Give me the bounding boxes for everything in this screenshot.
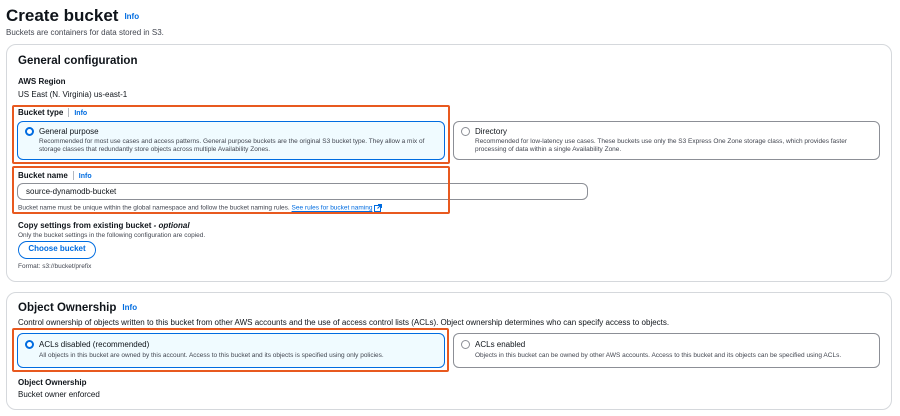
object-ownership-label: Object Ownership <box>18 378 87 387</box>
aws-region-label: AWS Region <box>18 77 66 86</box>
copy-settings-label-text: Copy settings from existing bucket <box>18 221 152 230</box>
directory-radio[interactable] <box>461 127 470 136</box>
aws-region-value: US East (N. Virginia) us-east-1 <box>18 90 128 99</box>
object-ownership-heading-text: Object Ownership <box>18 302 117 314</box>
format-hint: Format: s3://bucket/prefix <box>18 263 92 270</box>
ownership-info-link[interactable]: Info <box>122 303 137 312</box>
object-ownership-desc: Control ownership of objects written to … <box>18 318 670 327</box>
choose-bucket-button[interactable]: Choose bucket <box>18 241 96 259</box>
acls-enabled-radio[interactable] <box>461 340 470 349</box>
directory-desc: Recommended for low-latency use cases. T… <box>475 138 848 154</box>
acls-enabled-title: ACLs enabled <box>475 340 526 349</box>
page-title-text: Create bucket <box>6 6 119 25</box>
title-info-link[interactable]: Info <box>124 12 139 21</box>
general-configuration-heading: General configuration <box>18 55 138 67</box>
directory-title: Directory <box>475 127 508 136</box>
copy-settings-hint: Only the bucket settings in the followin… <box>18 232 206 239</box>
page-subtitle: Buckets are containers for data stored i… <box>6 28 164 37</box>
page-title: Create bucket Info <box>6 6 139 26</box>
bucket-type-option-directory[interactable]: Directory Recommended for low-latency us… <box>453 121 880 160</box>
highlight-box-bucket-type <box>12 105 450 164</box>
ownership-option-acls-enabled[interactable]: ACLs enabled Objects in this bucket can … <box>453 333 880 368</box>
acls-enabled-desc: Objects in this bucket can be owned by o… <box>475 352 842 359</box>
copy-settings-optional: - optional <box>153 221 190 230</box>
object-ownership-heading: Object Ownership Info <box>18 302 137 314</box>
copy-settings-label: Copy settings from existing bucket - opt… <box>18 221 190 230</box>
object-ownership-value: Bucket owner enforced <box>18 390 100 399</box>
highlight-box-acls-disabled <box>12 328 449 372</box>
highlight-box-bucket-name <box>12 166 450 214</box>
